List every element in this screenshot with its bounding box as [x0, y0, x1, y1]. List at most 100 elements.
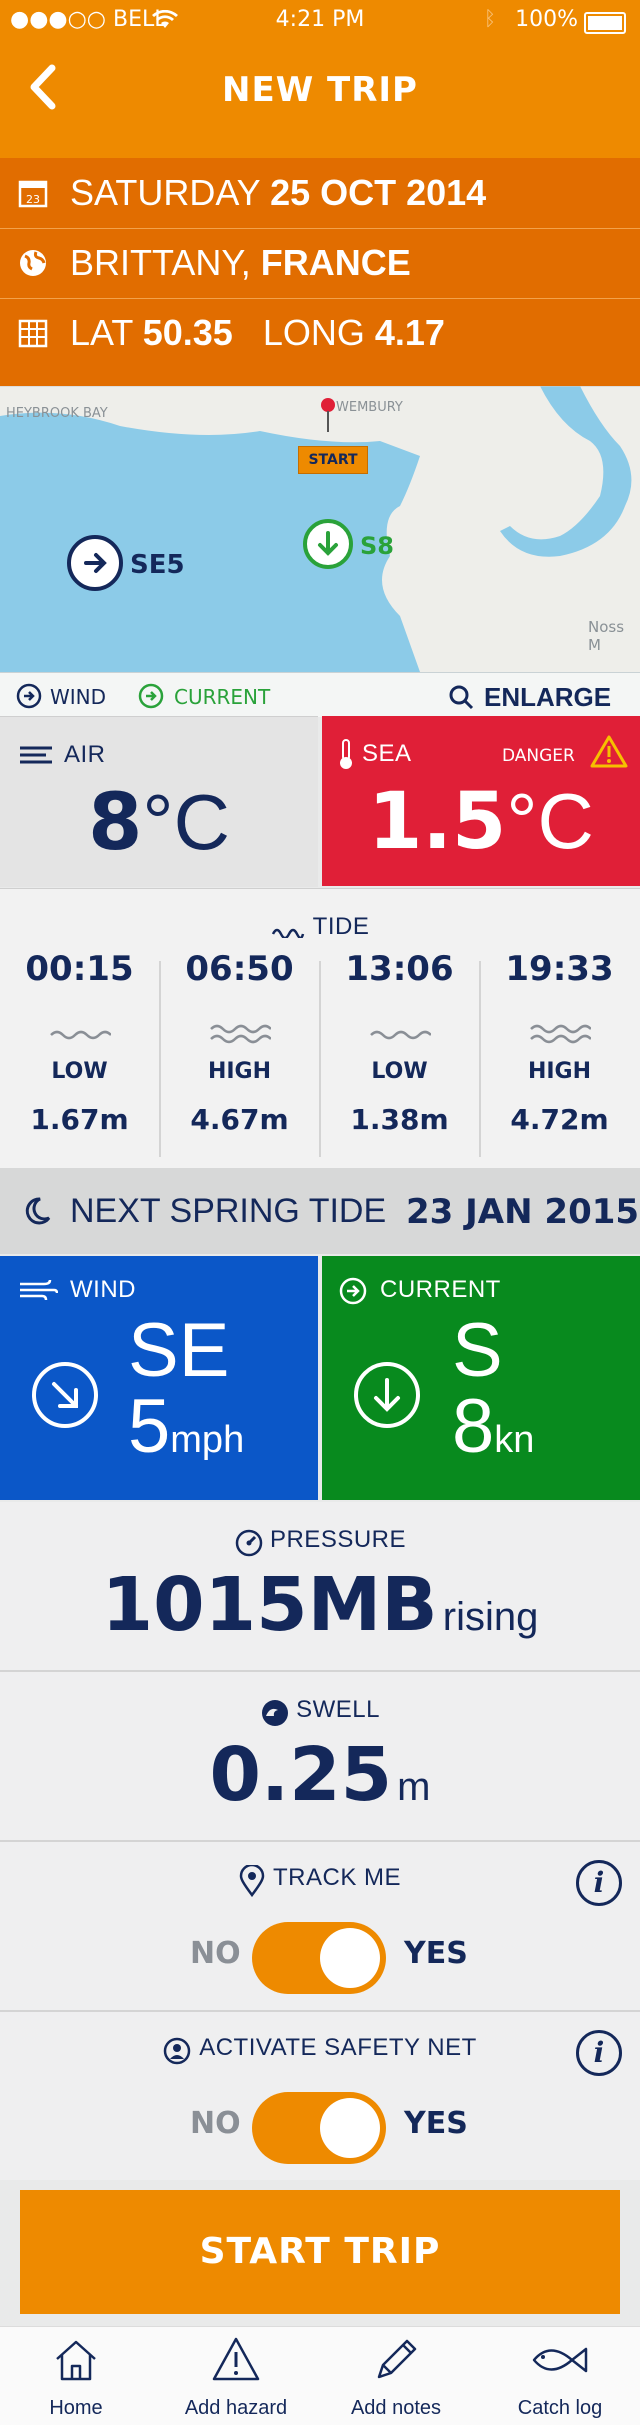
wind-direction-icon: [67, 535, 123, 591]
pressure-label: PRESSURE: [269, 1526, 407, 1553]
track-me-yes: YES: [404, 1936, 468, 1971]
tab-label: Home: [49, 2397, 103, 2419]
tab-label: Add hazard: [184, 2397, 288, 2419]
current-legend-icon: [138, 683, 164, 709]
wind-label: WIND: [70, 1276, 136, 1303]
spring-tide-label: NEXT SPRING TIDE: [70, 1192, 387, 1230]
start-marker[interactable]: START: [298, 446, 368, 474]
date-value: 25 OCT 2014: [270, 172, 487, 213]
sea-value: 1.5: [368, 777, 507, 867]
wind-direction: SE: [128, 1308, 230, 1393]
current-legend-label: CURRENT: [174, 685, 271, 709]
danger-label: DANGER: [502, 746, 575, 766]
moon-icon: [25, 1197, 51, 1225]
tab-catch-log[interactable]: Catch log: [480, 2327, 640, 2425]
current-s-arrow-icon: [354, 1362, 420, 1428]
tide-type: LOW: [51, 1059, 108, 1084]
pencil-icon: [377, 2339, 417, 2379]
low-tide-wave-icon: [50, 1030, 111, 1040]
calendar-icon: 23: [18, 180, 48, 208]
start-trip-button[interactable]: START TRIP: [20, 2190, 620, 2314]
safety-net-panel: ACTIVATE SAFETY NET i NO YES: [0, 2012, 640, 2180]
enlarge-label: ENLARGE: [484, 682, 612, 712]
warning-icon: [212, 2337, 260, 2381]
wave-icon: [262, 1699, 289, 1726]
air-icon: [20, 746, 52, 764]
map-view[interactable]: HEYBROOK BAY WEMBURY Noss M START SE5 S8: [0, 386, 640, 672]
wind-unit: mph: [170, 1419, 245, 1461]
tide-time: 00:15: [25, 949, 134, 989]
spring-tide-date: 23 JAN 2015: [406, 1192, 640, 1232]
tab-add-hazard[interactable]: Add hazard: [156, 2327, 316, 2425]
wind-legend-label: WIND: [50, 685, 107, 709]
tide-divider: [319, 961, 321, 1157]
sea-label: SEA: [362, 740, 412, 767]
current-icon: [339, 1277, 367, 1305]
long-label: LONG: [262, 312, 365, 353]
tab-bar: Home Add hazard Add notes Catch log: [0, 2326, 640, 2425]
wind-legend-icon: [16, 683, 42, 709]
safety-net-info-button[interactable]: i: [576, 2030, 622, 2076]
swell-unit: m: [397, 1765, 431, 1809]
tide-height: 4.67m: [190, 1103, 289, 1136]
tide-panel: TIDE 00:15 LOW 1.67m 06:50 HIGH 4.67m 13:06 LOW…: [0, 888, 640, 1169]
map-pin-icon: [321, 398, 335, 432]
tab-label: Add notes: [350, 2397, 442, 2419]
low-tide-wave-icon: [370, 1030, 431, 1040]
toggle-knob: [320, 2098, 380, 2158]
magnifier-icon: [449, 685, 474, 710]
tab-label: Catch log: [517, 2397, 603, 2419]
tide-time: 06:50: [185, 949, 294, 989]
tide-time: 13:06: [345, 949, 454, 989]
tide-label: TIDE: [312, 913, 370, 940]
current-speed: 8: [452, 1384, 495, 1469]
sea-temperature-panel: SEA DANGER 1.5°C: [322, 716, 640, 886]
gauge-icon: [235, 1529, 263, 1556]
tide-height: 1.67m: [30, 1103, 129, 1136]
coordinates-row[interactable]: LAT 50.35 LONG 4.17: [0, 298, 640, 368]
battery-percent: 100%: [515, 7, 578, 32]
home-icon: [56, 2340, 96, 2381]
enlarge-map-button[interactable]: ENLARGE: [444, 679, 634, 713]
track-me-toggle[interactable]: [252, 1922, 386, 1994]
svg-text:23: 23: [26, 193, 40, 206]
tide-entry: 00:15 LOW 1.67m: [0, 949, 159, 1161]
safety-net-no: NO: [190, 2106, 241, 2141]
tab-home[interactable]: Home: [0, 2327, 156, 2425]
track-me-label: TRACK ME: [272, 1864, 401, 1891]
swell-value: 0.25: [209, 1732, 393, 1818]
date-row[interactable]: 23 SATURDAY 25 OCT 2014: [0, 158, 640, 229]
thermometer-icon: [340, 739, 352, 769]
pressure-value: 1015MB: [101, 1562, 438, 1648]
location-row[interactable]: BRITTANY, FRANCE: [0, 228, 640, 299]
air-value: 8: [88, 778, 143, 868]
swell-panel: SWELL 0.25 m: [0, 1672, 640, 1842]
wind-marker-label: SE5: [130, 550, 185, 580]
track-me-info-button[interactable]: i: [576, 1860, 622, 1906]
pressure-panel: PRESSURE 1015MB rising: [0, 1502, 640, 1672]
status-bar: ●●●○○ BELL 4:21 PM ᛒ 100%: [0, 0, 640, 42]
tab-add-notes[interactable]: Add notes: [316, 2327, 476, 2425]
location-region: BRITTANY,: [70, 242, 251, 283]
location-country: FRANCE: [260, 242, 411, 283]
user-circle-icon: [163, 2037, 191, 2064]
current-unit: kn: [494, 1419, 535, 1461]
track-me-panel: TRACK ME i NO YES: [0, 1842, 640, 2012]
current-panel: CURRENT S 8kn: [322, 1256, 640, 1500]
wind-speed: 5: [128, 1384, 171, 1469]
lat-label: LAT: [70, 312, 133, 353]
trip-info: 23 SATURDAY 25 OCT 2014 BRITTANY, FRANCE…: [0, 158, 640, 386]
tide-type: HIGH: [207, 1059, 272, 1084]
map-label-wembury: WEMBURY: [336, 400, 403, 415]
fish-icon: [532, 2347, 588, 2373]
safety-net-toggle[interactable]: [252, 2092, 386, 2164]
tide-type: HIGH: [527, 1059, 592, 1084]
safety-net-yes: YES: [404, 2106, 468, 2141]
high-tide-wave-icon: [210, 1024, 271, 1044]
toggle-knob: [320, 1928, 380, 1988]
current-label: CURRENT: [380, 1276, 501, 1303]
safety-net-label: ACTIVATE SAFETY NET: [199, 2034, 477, 2061]
wind-se-arrow-icon: [32, 1362, 98, 1428]
tide-entry: 06:50 HIGH 4.67m: [160, 949, 319, 1161]
map-label-heybrook: HEYBROOK BAY: [6, 406, 108, 421]
